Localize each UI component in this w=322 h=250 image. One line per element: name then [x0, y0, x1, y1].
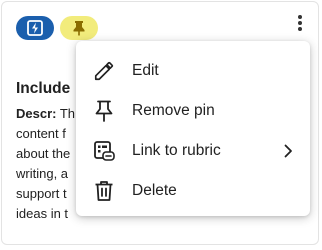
- trash-icon: [92, 179, 116, 203]
- description-line: about the: [16, 146, 71, 161]
- more-options-button[interactable]: [289, 12, 311, 34]
- menu-item-edit[interactable]: Edit: [76, 51, 310, 91]
- description-label: Descr:: [16, 106, 57, 121]
- menu-item-delete[interactable]: Delete: [76, 171, 310, 211]
- pencil-icon: [92, 59, 116, 83]
- menu-item-label: Edit: [132, 62, 159, 79]
- menu-item-label: Remove pin: [132, 102, 215, 119]
- pin-chip[interactable]: [60, 16, 98, 40]
- menu-item-label: Delete: [132, 182, 177, 199]
- chevron-right-icon: [284, 144, 292, 158]
- card-title: Include: [16, 80, 71, 97]
- card-description: Descr: Th content f about the writing, a…: [16, 104, 75, 224]
- description-line: Descr: Th: [16, 106, 76, 121]
- menu-item-link-to-rubric[interactable]: Link to rubric: [76, 131, 310, 171]
- pin-icon: [73, 21, 85, 36]
- rubric-link-icon: [92, 139, 116, 163]
- description-line: ideas in t: [16, 206, 69, 221]
- flash-chip[interactable]: [16, 16, 54, 40]
- pin-icon: [92, 99, 116, 123]
- description-line: content f: [16, 126, 66, 141]
- description-line: writing, a: [16, 166, 69, 181]
- menu-item-remove-pin[interactable]: Remove pin: [76, 91, 310, 131]
- menu-item-label: Link to rubric: [132, 142, 221, 159]
- description-line: support t: [16, 186, 67, 201]
- vertical-dots-icon: [298, 15, 302, 31]
- flash-icon: [27, 20, 43, 36]
- context-menu: Edit Remove pin Link to rubric Delete: [76, 41, 310, 216]
